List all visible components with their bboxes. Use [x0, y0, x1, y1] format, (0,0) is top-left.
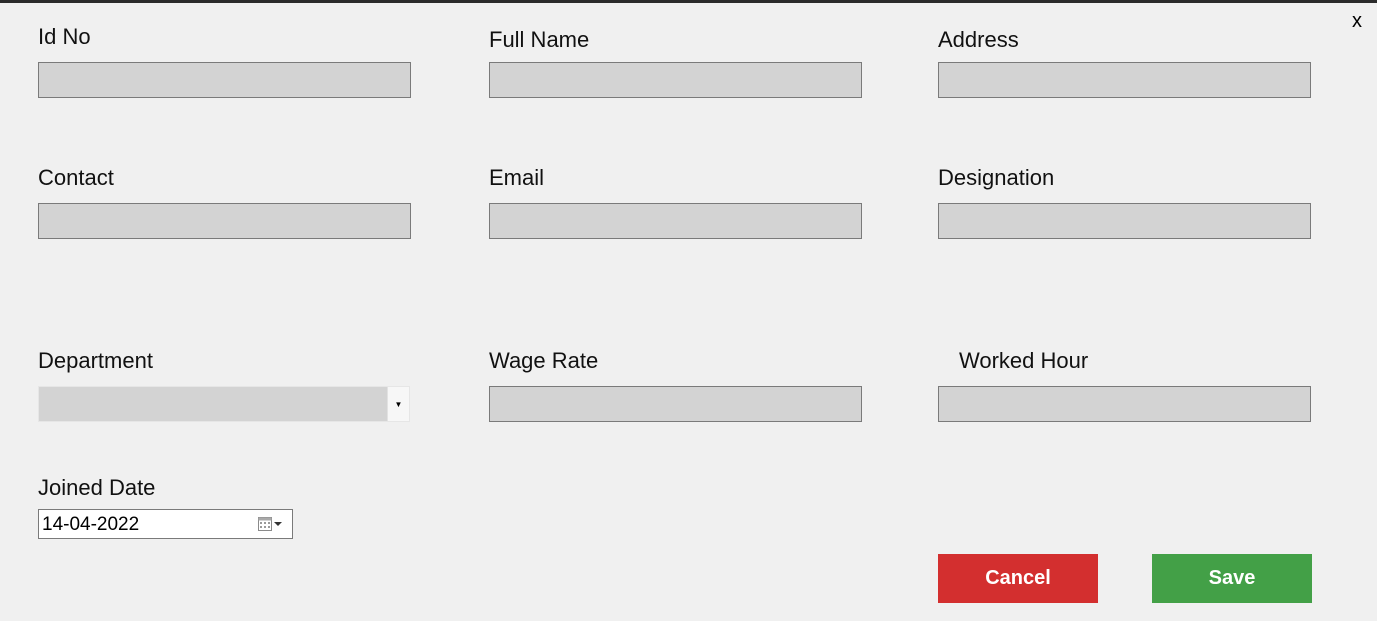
email-label: Email: [489, 165, 545, 190]
contact-label: Contact: [38, 165, 114, 190]
save-button[interactable]: Save: [1152, 554, 1312, 603]
cancel-button[interactable]: Cancel: [938, 554, 1098, 603]
address-label: Address: [938, 27, 1019, 52]
contact-input[interactable]: [38, 203, 411, 239]
joined-date-label: Joined Date: [38, 475, 156, 500]
worked-hour-input[interactable]: [938, 386, 1311, 422]
calendar-icon[interactable]: [258, 516, 284, 532]
full-name-label: Full Name: [489, 27, 590, 52]
close-icon[interactable]: x: [1349, 10, 1365, 32]
id-no-label: Id No: [38, 24, 91, 49]
email-input[interactable]: [489, 203, 862, 239]
designation-label: Designation: [938, 165, 1055, 190]
worked-hour-label: Worked Hour: [959, 348, 1089, 373]
calendar-glyph: [258, 517, 272, 531]
joined-date-value: 14-04-2022: [42, 514, 140, 535]
department-label: Department: [38, 348, 153, 373]
wage-rate-input[interactable]: [489, 386, 862, 422]
window-top-border: [0, 0, 1377, 3]
address-input[interactable]: [938, 62, 1311, 98]
id-no-input[interactable]: [38, 62, 411, 98]
full-name-input[interactable]: [489, 62, 862, 98]
chevron-down-icon: [274, 522, 282, 526]
wage-rate-label: Wage Rate: [489, 348, 599, 373]
designation-input[interactable]: [938, 203, 1311, 239]
joined-date-picker[interactable]: 14-04-2022: [38, 509, 293, 539]
department-select[interactable]: ▼: [38, 386, 410, 422]
chevron-down-icon[interactable]: ▼: [387, 387, 409, 421]
